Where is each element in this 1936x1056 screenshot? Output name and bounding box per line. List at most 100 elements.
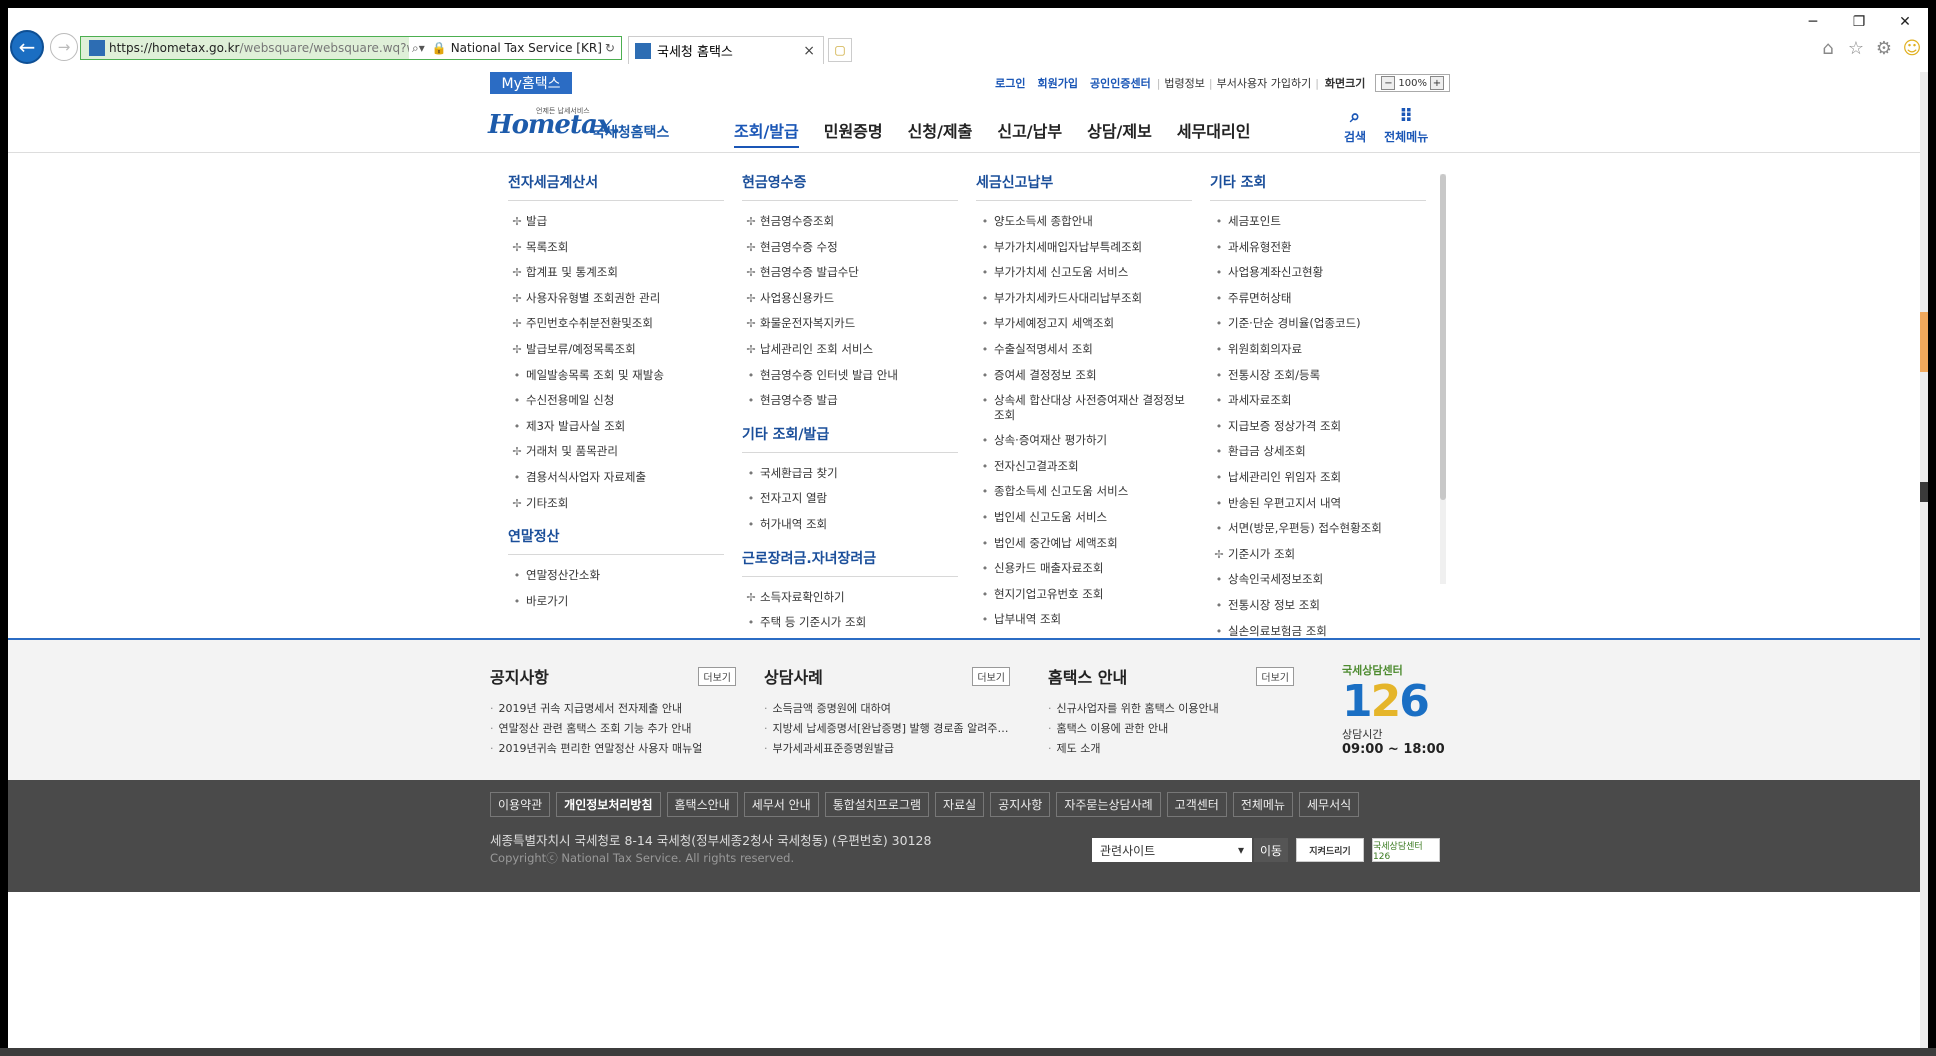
menu-link[interactable]: • 부가가치세카드사대리납부조회	[976, 286, 1192, 312]
menu-link[interactable]: • 법인세 중간예납 세액조회	[976, 531, 1192, 557]
menu-link[interactable]: • 세금포인트	[1210, 209, 1426, 235]
menu-link[interactable]: • 현금영수증 인터넷 발급 안내	[742, 363, 958, 389]
footer-link[interactable]: 전체메뉴	[1232, 792, 1294, 817]
mega-scrollbar[interactable]	[1440, 174, 1446, 584]
menu-link[interactable]: • 서면(방문,우편등) 접수현황조회	[1210, 516, 1426, 542]
menu-link[interactable]: • 납세관리인 위임자 조회	[1210, 465, 1426, 491]
menu-link[interactable]: • 주택 등 기준시가 조회	[742, 610, 958, 636]
url-field[interactable]: https://hometax.go.kr/websquare/websquar…	[81, 37, 409, 59]
menu-link[interactable]: • 바로가기	[508, 589, 724, 615]
menu-link[interactable]: • 과세자료조회	[1210, 388, 1426, 414]
consult-item[interactable]: 소득금액 증명원에 대하여	[764, 700, 1010, 720]
menu-link[interactable]: • 신용카드 매출자료조회	[976, 556, 1192, 582]
consult-item[interactable]: 부가세과세표준증명원발급	[764, 740, 1010, 760]
guide-item[interactable]: 제도 소개	[1048, 740, 1294, 760]
notice-more-button[interactable]: 더보기	[698, 666, 736, 686]
refresh-icon[interactable]: ↻	[605, 41, 615, 55]
tab-close-icon[interactable]: ×	[803, 43, 815, 59]
menu-link[interactable]: ✢ 발급	[508, 209, 724, 235]
menu-link[interactable]: • 주류면허상태	[1210, 286, 1426, 312]
consult-more-button[interactable]: 더보기	[972, 666, 1010, 686]
menu-link[interactable]: ✢ 현금영수증조회	[742, 209, 958, 235]
footer-link[interactable]: 세무서식	[1299, 792, 1360, 817]
menu-link[interactable]: • 연말정산간소화	[508, 563, 724, 589]
page-scrollbar[interactable]	[1920, 72, 1928, 1048]
menu-certificates[interactable]: 민원증명	[824, 118, 883, 148]
menu-apply-submit[interactable]: 신청/제출	[908, 118, 973, 148]
footer-link[interactable]: 홈택스안내	[666, 792, 738, 817]
all-menu-button[interactable]: ⠿ 전체메뉴	[1384, 106, 1428, 145]
consult-item[interactable]: 지방세 납세증명서[완납증명] 발행 경로좀 알려주세요	[764, 720, 1011, 740]
menu-link[interactable]: ✢ 사업용신용카드	[742, 286, 958, 312]
menu-report-pay[interactable]: 신고/납부	[997, 118, 1062, 148]
guide-item[interactable]: 홈택스 이용에 관한 안내	[1048, 720, 1294, 740]
my-hometax-button[interactable]: My홈택스	[490, 72, 572, 94]
guide-item[interactable]: 신규사업자를 위한 홈택스 이용안내	[1048, 700, 1294, 720]
menu-link[interactable]: • 환급금 상세조회	[1210, 439, 1426, 465]
dept-signup-link[interactable]: 부서사용자 가입하기	[1217, 75, 1312, 91]
banner-protect[interactable]: 지켜드리기	[1296, 838, 1364, 862]
menu-link[interactable]: • 지급보증 정상가격 조회	[1210, 414, 1426, 440]
guide-more-button[interactable]: 더보기	[1256, 666, 1294, 686]
menu-link[interactable]: • 부가세예정고지 세액조회	[976, 311, 1192, 337]
menu-link[interactable]: • 현지기업고유번호 조회	[976, 582, 1192, 608]
login-link[interactable]: 로그인	[995, 75, 1025, 91]
menu-link[interactable]: ✢ 납세관리인 조회 서비스	[742, 337, 958, 363]
menu-link[interactable]: • 부가가치세 신고도움 서비스	[976, 260, 1192, 286]
footer-link[interactable]: 통합설치프로그램	[824, 792, 930, 817]
close-window-icon[interactable]: ✕	[1882, 8, 1928, 36]
menu-tax-agent[interactable]: 세무대리인	[1177, 118, 1251, 148]
search-button[interactable]: ⌕ 검색	[1344, 106, 1366, 145]
menu-link[interactable]: • 상속·증여재산 평가하기	[976, 428, 1192, 454]
menu-link[interactable]: • 양도소득세 종합안내	[976, 209, 1192, 235]
zoom-in-button[interactable]: +	[1430, 76, 1444, 90]
star-icon[interactable]: ☆	[1846, 38, 1866, 59]
menu-link[interactable]: ✢ 사용자유형별 조회권한 관리	[508, 286, 724, 312]
menu-link[interactable]: ✢ 거래처 및 품목관리	[508, 439, 724, 465]
menu-link[interactable]: • 납부내역 조회	[976, 607, 1192, 633]
menu-link[interactable]: ✢ 목록조회	[508, 235, 724, 261]
menu-consult[interactable]: 상담/제보	[1087, 118, 1152, 148]
signup-link[interactable]: 회원가입	[1037, 75, 1077, 91]
menu-link[interactable]: • 메일발송목록 조회 및 재발송	[508, 363, 724, 389]
footer-link[interactable]: 공지사항	[990, 792, 1051, 817]
menu-link[interactable]: • 수출실적명세서 조회	[976, 337, 1192, 363]
menu-link[interactable]: • 허가내역 조회	[742, 512, 958, 538]
notice-item[interactable]: 연말정산 관련 홈택스 조회 기능 추가 안내	[490, 720, 736, 740]
forward-button[interactable]: →	[50, 33, 78, 61]
zoom-out-button[interactable]: −	[1381, 76, 1396, 90]
law-info-link[interactable]: 법령정보	[1164, 75, 1204, 91]
menu-link[interactable]: ✢ 기타조회	[508, 491, 724, 517]
menu-link[interactable]: • 반송된 우편고지서 내역	[1210, 491, 1426, 517]
footer-link[interactable]: 고객센터	[1166, 792, 1227, 817]
restore-icon[interactable]: ❐	[1836, 8, 1882, 36]
smiley-icon[interactable]: ☺	[1902, 38, 1922, 59]
home-icon[interactable]: ⌂	[1818, 38, 1838, 59]
notice-item[interactable]: 2019년 귀속 지급명세서 전자제출 안내	[490, 700, 736, 720]
menu-link[interactable]: ✢ 현금영수증 수정	[742, 235, 958, 261]
search-dropdown-icon[interactable]: ⌕▾	[412, 41, 425, 56]
footer-link[interactable]: 세무서 안내	[743, 792, 819, 817]
gear-icon[interactable]: ⚙	[1874, 38, 1894, 59]
menu-link[interactable]: • 수신전용메일 신청	[508, 388, 724, 414]
certificate-indicator[interactable]: 🔒 National Tax Service [KR]	[428, 41, 602, 55]
menu-link[interactable]: • 상속세 합산대상 사전증여재산 결정정보 조회	[976, 388, 1192, 428]
menu-link[interactable]: • 전자고지 열람	[742, 486, 958, 512]
new-tab-button[interactable]: ▢	[828, 38, 852, 62]
menu-link[interactable]: • 전자신고결과조회	[976, 454, 1192, 480]
menu-link[interactable]: ✢ 현금영수증 발급수단	[742, 260, 958, 286]
menu-link[interactable]: • 기준·단순 경비율(업종코드)	[1210, 311, 1426, 337]
footer-link[interactable]: 이용약관	[490, 792, 551, 817]
menu-link[interactable]: • 사업용계좌신고현황	[1210, 260, 1426, 286]
tax-center-126[interactable]: 국세상담센터 126 상담시간 09:00 ~ 18:00	[1342, 662, 1452, 772]
menu-link[interactable]: • 부가가치세매입자납부특례조회	[976, 235, 1192, 261]
menu-link[interactable]: • 증여세 결정정보 조회	[976, 363, 1192, 389]
banner-126[interactable]: 국세상담센터 126	[1372, 838, 1440, 862]
menu-link[interactable]: • 전통시장 조회/등록	[1210, 363, 1426, 389]
menu-link[interactable]: • 종합소득세 신고도움 서비스	[976, 479, 1192, 505]
footer-link[interactable]: 자료실	[935, 792, 985, 817]
related-sites-select[interactable]: 관련사이트 ▾	[1092, 838, 1252, 862]
address-bar[interactable]: https://hometax.go.kr/websquare/websquar…	[80, 36, 622, 60]
menu-link[interactable]: • 과세유형전환	[1210, 235, 1426, 261]
back-button[interactable]: ←	[10, 30, 44, 64]
